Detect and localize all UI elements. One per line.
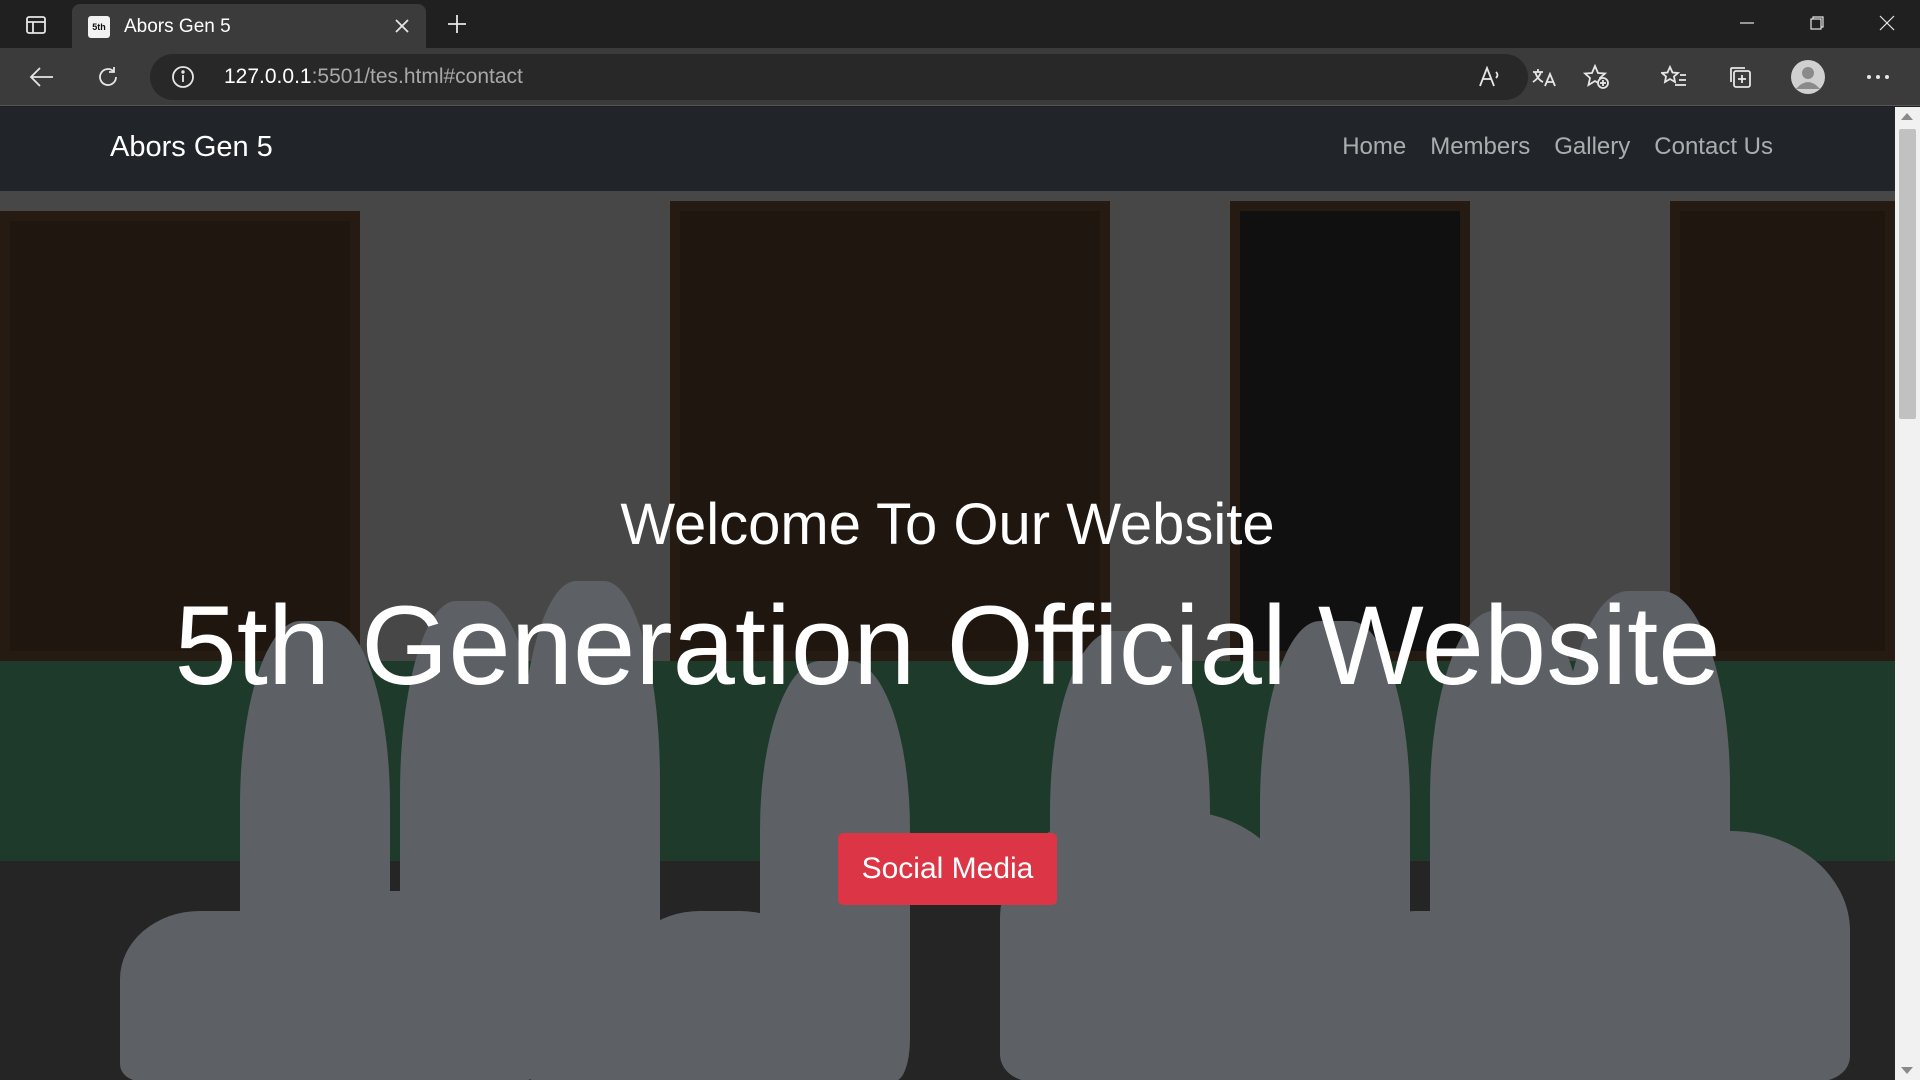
hero-title: 5th Generation Official Website bbox=[174, 583, 1721, 708]
browser-tab-bar: 5th Abors Gen 5 bbox=[0, 0, 1920, 48]
more-menu-icon[interactable] bbox=[1858, 58, 1898, 96]
close-window-icon[interactable] bbox=[1852, 0, 1920, 46]
site-brand[interactable]: Abors Gen 5 bbox=[110, 131, 273, 164]
nav-home[interactable]: Home bbox=[1342, 133, 1406, 161]
nav-links: Home Members Gallery Contact Us bbox=[1342, 133, 1773, 161]
page-scrollbar[interactable] bbox=[1895, 107, 1920, 1080]
hero-section: Welcome To Our Website 5th Generation Of… bbox=[0, 191, 1895, 1080]
tab-favicon-icon: 5th bbox=[88, 16, 110, 38]
profile-avatar-icon[interactable] bbox=[1788, 58, 1828, 96]
reload-icon[interactable] bbox=[88, 58, 128, 96]
site-navbar: Abors Gen 5 Home Members Gallery Contact… bbox=[0, 107, 1895, 191]
scroll-thumb[interactable] bbox=[1899, 129, 1916, 419]
url-path: :5501/tes.html#contact bbox=[311, 65, 523, 88]
nav-members[interactable]: Members bbox=[1430, 133, 1530, 161]
scroll-up-arrow-icon[interactable] bbox=[1901, 113, 1913, 120]
page-viewport: Abors Gen 5 Home Members Gallery Contact… bbox=[0, 107, 1895, 1080]
collections-icon[interactable] bbox=[1720, 58, 1760, 96]
new-tab-icon[interactable] bbox=[440, 9, 474, 39]
hero-subtitle: Welcome To Our Website bbox=[620, 492, 1275, 557]
social-media-button[interactable]: Social Media bbox=[838, 833, 1057, 905]
add-favorite-icon[interactable] bbox=[1580, 62, 1612, 92]
url-text[interactable]: 127.0.0.1:5501/tes.html#contact bbox=[224, 65, 523, 89]
url-host: 127.0.0.1 bbox=[224, 65, 312, 88]
tab-close-icon[interactable] bbox=[390, 14, 414, 38]
translate-icon[interactable] bbox=[1528, 62, 1560, 92]
nav-gallery[interactable]: Gallery bbox=[1554, 133, 1630, 161]
restore-icon[interactable] bbox=[1782, 0, 1852, 46]
nav-contact-us[interactable]: Contact Us bbox=[1654, 133, 1773, 161]
read-aloud-icon[interactable] bbox=[1474, 62, 1506, 92]
scroll-down-arrow-icon[interactable] bbox=[1901, 1067, 1913, 1074]
tab-actions-icon[interactable] bbox=[18, 12, 54, 38]
favorites-icon[interactable] bbox=[1654, 58, 1694, 96]
site-info-icon[interactable] bbox=[170, 64, 196, 90]
active-tab[interactable]: 5th Abors Gen 5 bbox=[72, 4, 426, 48]
back-icon[interactable] bbox=[22, 58, 62, 96]
minimize-icon[interactable] bbox=[1712, 0, 1782, 46]
browser-toolbar: 127.0.0.1:5501/tes.html#contact bbox=[0, 48, 1920, 106]
hero-content: Welcome To Our Website 5th Generation Of… bbox=[0, 191, 1895, 1080]
tab-title: Abors Gen 5 bbox=[124, 16, 231, 37]
address-bar[interactable]: 127.0.0.1:5501/tes.html#contact bbox=[150, 54, 1609, 100]
